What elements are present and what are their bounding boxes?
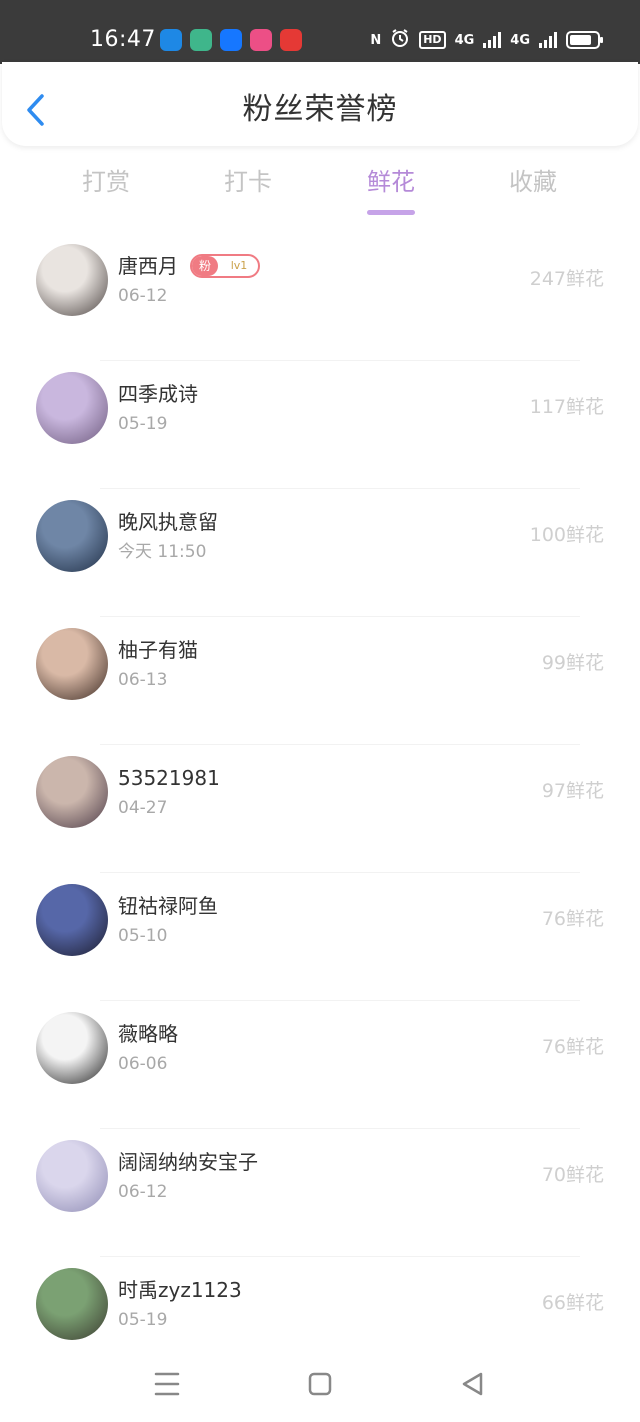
avatar[interactable] [36,372,108,444]
row-divider [100,1000,580,1001]
fan-date: 06-06 [118,1054,168,1074]
battery-level [570,35,591,45]
row-divider [100,744,580,745]
flower-count: 117鲜花 [529,396,604,418]
hd-voice-icon: HD [419,31,446,49]
app-icon-green-chat [190,29,212,51]
row-divider [100,872,580,873]
tab-flowers[interactable]: 鲜花 [351,164,431,215]
square-home-icon [308,1372,332,1396]
avatar[interactable] [36,500,108,572]
status-time: 16:47 [90,27,156,52]
tab-label: 收藏 [509,168,557,196]
fan-list-item[interactable]: 晚风执意留今天 11:50 100鲜花 [0,488,640,616]
row-divider [100,360,580,361]
network-type-2: 4G [510,32,530,48]
tab-label: 打卡 [224,168,272,196]
fan-name: 阔阔纳纳安宝子 [118,1150,258,1174]
app-icon-red-play [280,29,302,51]
top-app-bar: 粉丝荣誉榜 [2,62,638,146]
battery-icon [566,31,603,49]
flower-count: 97鲜花 [541,780,604,802]
fan-name: 薇略略 [118,1022,178,1046]
fan-name: 唐西月 [118,254,178,278]
fan-date: 06-12 [118,1182,168,1202]
badge-type: 粉 [192,256,218,276]
fan-list-item[interactable]: 钮祜禄阿鱼 05-10 76鲜花 [0,872,640,1000]
signal-icon-1 [483,32,502,48]
tab-favorites[interactable]: 收藏 [493,164,573,200]
avatar[interactable] [36,1140,108,1212]
fan-date: 05-19 [118,414,168,434]
fan-list-item[interactable]: 阔阔纳纳安宝子 06-12 70鲜花 [0,1128,640,1256]
fan-name: 53521981 [118,766,220,790]
fan-list-item[interactable]: 薇略略 06-06 76鲜花 [0,1000,640,1128]
fan-level-badge: 粉 lv1 [190,254,260,278]
fan-name: 晚风执意留 [118,510,218,534]
system-navigation-bar [0,1350,640,1422]
fan-name: 时禹zyz1123 [118,1278,242,1302]
flower-count: 99鲜花 [541,652,604,674]
fan-list-item[interactable]: 四季成诗 05-19 117鲜花 [0,360,640,488]
flower-count: 66鲜花 [541,1292,604,1314]
active-tab-indicator [367,210,415,215]
signal-icon-2 [539,32,557,48]
tab-label: 鲜花 [367,168,415,196]
row-divider [100,616,580,617]
tab-checkin[interactable]: 打卡 [208,164,288,200]
menu-icon [154,1372,180,1396]
back-nav-button[interactable] [452,1368,492,1400]
flower-count: 76鲜花 [541,1036,604,1058]
status-indicators: N HD 4G 4G [370,28,603,52]
alarm-icon [390,28,410,52]
flower-count: 247鲜花 [529,268,604,290]
tab-tip[interactable]: 打赏 [66,164,146,200]
home-button[interactable] [300,1368,340,1400]
flower-count: 70鲜花 [541,1164,604,1186]
row-divider [100,1128,580,1129]
fan-name: 钮祜禄阿鱼 [118,894,218,918]
nfc-icon: N [370,32,382,48]
badge-level: lv1 [230,259,248,272]
fan-name: 柚子有猫 [118,638,198,662]
notification-icons [160,29,302,51]
app-icon-blue-circle [160,29,182,51]
fan-list-item[interactable]: 53521981 04-27 97鲜花 [0,744,640,872]
fan-date: 06-12 [118,286,168,306]
menu-button[interactable] [147,1368,187,1400]
avatar[interactable] [36,244,108,316]
flower-count: 100鲜花 [529,524,604,546]
fan-date: 05-19 [118,1310,168,1330]
fan-date: 04-27 [118,798,168,818]
avatar[interactable] [36,756,108,828]
avatar[interactable] [36,1268,108,1340]
avatar[interactable] [36,1012,108,1084]
fan-date: 06-13 [118,670,168,690]
fan-list-item[interactable]: 唐西月粉 lv1 06-12 247鲜花 [0,232,640,360]
row-divider [100,1256,580,1257]
app-icon-alipay [220,29,242,51]
page-title: 粉丝荣誉榜 [242,92,398,127]
avatar[interactable] [36,884,108,956]
network-type-1: 4G [454,32,475,48]
fan-ranking-list: 唐西月粉 lv1 06-12 247鲜花四季成诗 05-19 117鲜花晚风执意留今天 1… [0,232,640,1384]
ranking-tabs: 打赏 打卡 鲜花 收藏 [0,160,640,220]
app-icon-pink [250,29,272,51]
fan-date: 05-10 [118,926,168,946]
status-bar: 16:47 N HD 4G 4G [0,0,640,64]
fan-list-item[interactable]: 柚子有猫 06-13 99鲜花 [0,616,640,744]
fan-date: 今天 11:50 [118,542,207,562]
fan-name: 四季成诗 [118,382,198,406]
flower-count: 76鲜花 [541,908,604,930]
tab-label: 打赏 [82,168,130,196]
avatar[interactable] [36,628,108,700]
triangle-back-icon [462,1372,483,1396]
row-divider [100,488,580,489]
